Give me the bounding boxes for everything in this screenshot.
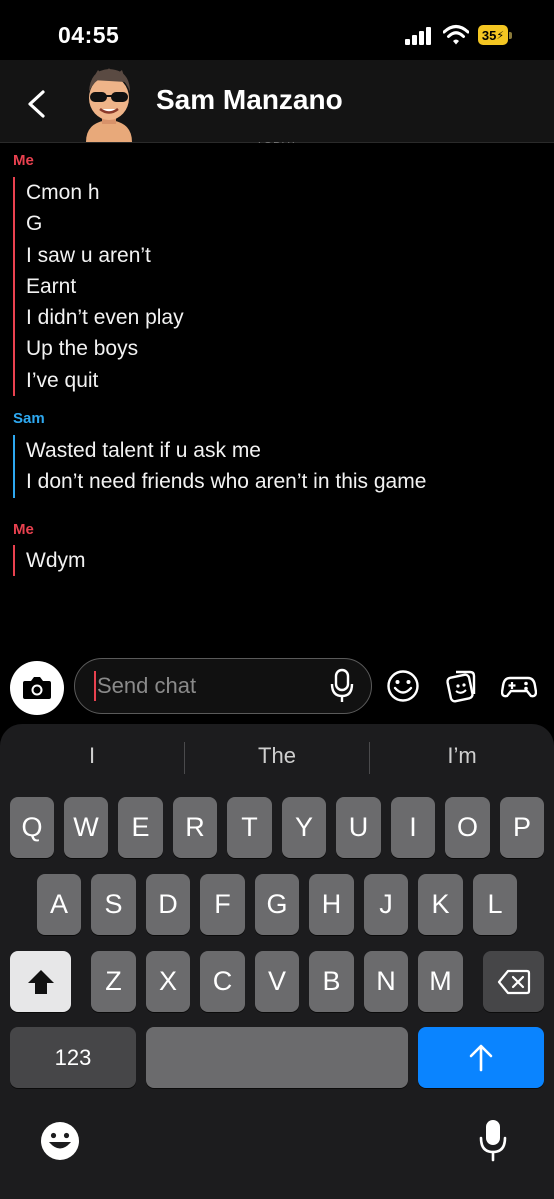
- message-group: Cmon h G I saw u aren’t Earnt I didn’t e…: [13, 177, 184, 397]
- suggestion-2[interactable]: The: [185, 743, 369, 769]
- sender-label-sam: Sam: [13, 410, 45, 427]
- key-g[interactable]: G: [255, 874, 299, 935]
- sender-label-me: Me: [13, 521, 34, 538]
- message-text[interactable]: Earnt: [26, 271, 184, 302]
- key-u[interactable]: U: [336, 797, 381, 858]
- emoji-icon[interactable]: [385, 668, 421, 704]
- key-d[interactable]: D: [146, 874, 190, 935]
- message-text[interactable]: Up the boys: [26, 333, 184, 364]
- backspace-icon: [497, 969, 530, 994]
- sticker-icon[interactable]: [443, 668, 479, 704]
- key-c[interactable]: C: [200, 951, 245, 1012]
- status-time: 04:55: [58, 22, 120, 48]
- key-a[interactable]: A: [37, 874, 81, 935]
- cellular-signal-icon: [405, 27, 433, 45]
- message-text[interactable]: I’ve quit: [26, 365, 184, 396]
- key-r[interactable]: R: [173, 797, 217, 858]
- avatar[interactable]: [78, 62, 140, 142]
- wifi-icon: [443, 25, 469, 45]
- contact-name[interactable]: Sam Manzano: [156, 84, 343, 116]
- text-caret: [94, 671, 96, 701]
- key-e[interactable]: E: [118, 797, 163, 858]
- send-key[interactable]: [418, 1027, 544, 1088]
- sender-label-me: Me: [13, 152, 34, 169]
- key-y[interactable]: Y: [282, 797, 326, 858]
- game-controller-icon[interactable]: [501, 668, 537, 704]
- key-v[interactable]: V: [255, 951, 299, 1012]
- message-text[interactable]: G: [26, 208, 184, 239]
- emoji-keyboard-icon[interactable]: [40, 1121, 80, 1161]
- camera-button[interactable]: [10, 661, 64, 715]
- key-z[interactable]: Z: [91, 951, 136, 1012]
- key-t[interactable]: T: [227, 797, 272, 858]
- dictation-icon[interactable]: [478, 1118, 508, 1162]
- key-p[interactable]: P: [500, 797, 544, 858]
- microphone-icon[interactable]: [330, 668, 354, 704]
- key-l[interactable]: L: [473, 874, 517, 935]
- key-w[interactable]: W: [64, 797, 108, 858]
- key-i[interactable]: I: [391, 797, 435, 858]
- key-b[interactable]: B: [309, 951, 354, 1012]
- delete-key[interactable]: [483, 951, 544, 1012]
- chat-input-placeholder: Send chat: [97, 673, 197, 698]
- suggestion-3[interactable]: I’m: [370, 743, 554, 769]
- arrow-up-icon: [469, 1044, 493, 1071]
- key-n[interactable]: N: [364, 951, 408, 1012]
- numbers-key[interactable]: 123: [10, 1027, 136, 1088]
- back-icon[interactable]: [24, 89, 50, 119]
- key-k[interactable]: K: [418, 874, 463, 935]
- key-h[interactable]: H: [309, 874, 354, 935]
- key-s[interactable]: S: [91, 874, 136, 935]
- message-group: Wdym: [13, 545, 86, 577]
- message-text[interactable]: Wasted talent if u ask me: [26, 435, 426, 466]
- message-text[interactable]: I don’t need friends who aren’t in this …: [26, 466, 426, 497]
- key-m[interactable]: M: [418, 951, 463, 1012]
- key-q[interactable]: Q: [10, 797, 54, 858]
- battery-icon: 35 ⚡: [478, 25, 512, 45]
- battery-level: 35: [481, 27, 497, 43]
- message-text[interactable]: Cmon h: [26, 177, 184, 208]
- camera-icon: [23, 677, 51, 699]
- message-text[interactable]: Wdym: [26, 545, 86, 576]
- message-text[interactable]: I didn’t even play: [26, 302, 184, 333]
- message-group: Wasted talent if u ask me I don’t need f…: [13, 435, 426, 498]
- shift-key[interactable]: [10, 951, 71, 1012]
- message-text[interactable]: I saw u aren’t: [26, 240, 184, 271]
- space-key[interactable]: [146, 1027, 408, 1088]
- shift-arrow-icon: [27, 969, 54, 994]
- key-f[interactable]: F: [200, 874, 245, 935]
- key-o[interactable]: O: [445, 797, 490, 858]
- key-j[interactable]: J: [364, 874, 408, 935]
- suggestion-1[interactable]: I: [0, 743, 184, 769]
- key-x[interactable]: X: [146, 951, 190, 1012]
